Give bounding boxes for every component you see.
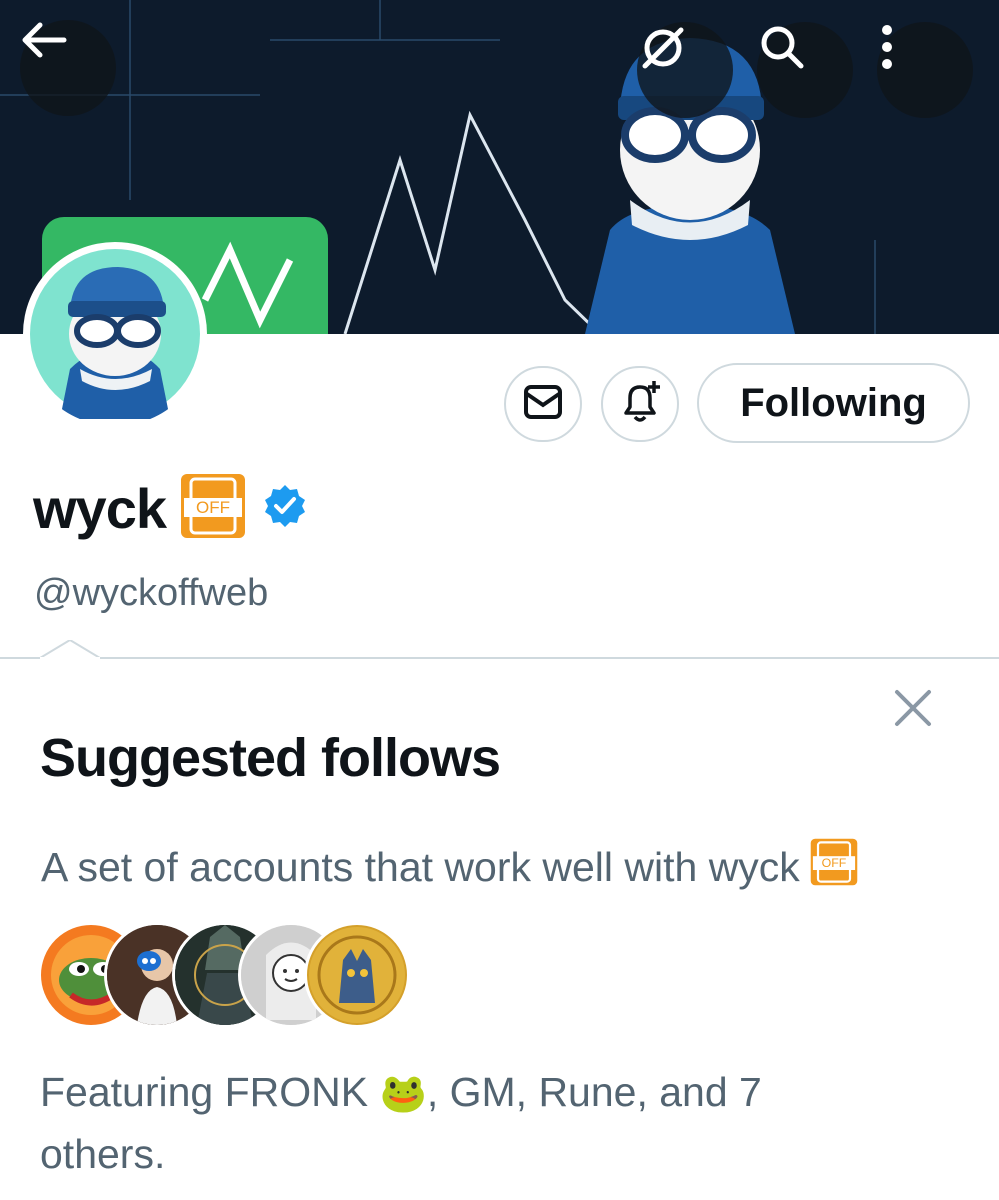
off-badge-icon: OFF xyxy=(810,838,858,896)
nostr-button[interactable] xyxy=(637,22,733,118)
close-suggestions-button[interactable] xyxy=(893,688,933,728)
verified-badge-icon[interactable] xyxy=(262,483,308,534)
following-button[interactable]: Following xyxy=(697,363,970,443)
profile-handle: @wyckoffweb xyxy=(34,572,269,614)
display-name: wyck xyxy=(33,476,167,540)
more-options-button[interactable] xyxy=(877,22,973,118)
frog-emoji-icon: 🐸 xyxy=(379,1073,427,1115)
off-badge-text: OFF xyxy=(821,856,846,870)
suggested-featuring-text: Featuring FRONK 🐸, GM, Rune, and 7 other… xyxy=(40,1062,840,1184)
search-button[interactable] xyxy=(757,22,853,118)
featuring-prefix: Featuring FRONK xyxy=(40,1069,369,1115)
notifications-button[interactable] xyxy=(601,366,679,442)
bell-plus-icon xyxy=(618,379,662,430)
message-button[interactable] xyxy=(504,366,582,442)
off-badge-icon: OFF xyxy=(180,473,246,544)
back-button[interactable] xyxy=(20,20,116,116)
section-divider xyxy=(0,657,999,659)
subtitle-text: A set of accounts that work well with wy… xyxy=(41,843,800,890)
envelope-icon xyxy=(523,384,563,425)
suggested-follows-title: Suggested follows xyxy=(40,728,501,788)
suggested-avatar xyxy=(304,922,410,1028)
suggested-follows-subtitle: A set of accounts that work well with wy… xyxy=(41,838,858,896)
suggested-avatars[interactable] xyxy=(38,922,410,1028)
profile-avatar[interactable] xyxy=(23,242,207,426)
off-badge-text: OFF xyxy=(196,498,230,517)
close-icon xyxy=(893,690,933,732)
profile-name-row: wyck OFF xyxy=(33,470,308,546)
divider-caret-icon xyxy=(40,640,100,660)
